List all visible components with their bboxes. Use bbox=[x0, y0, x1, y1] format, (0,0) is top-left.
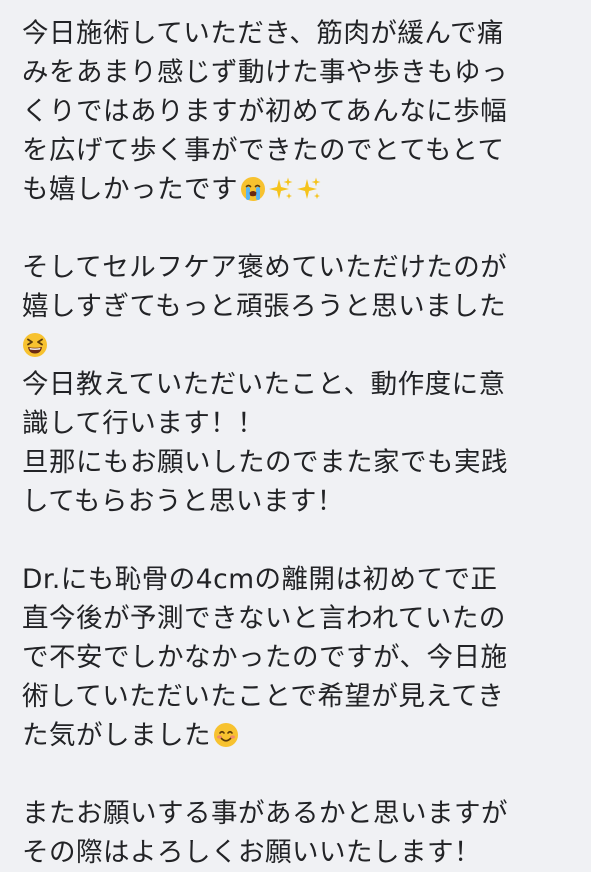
message-line: 直今後が予測できないと言われていたの bbox=[22, 603, 506, 634]
message-line: で不安でしかなかったのですが、今日施 bbox=[22, 642, 508, 673]
message-line: 術していただいたことで希望が見えてき bbox=[22, 681, 505, 712]
message-line: 嬉しすぎてもっと頑張ろうと思いました bbox=[22, 291, 507, 322]
message-line: 旦那にもお願いしたのでまた家でも実践 bbox=[22, 447, 508, 478]
message-line: してもらおうと思います！ bbox=[22, 486, 344, 517]
message-line: 識して行います！！ bbox=[22, 408, 265, 439]
crying-face-icon bbox=[240, 176, 266, 202]
message-line: くりではありますが初めてあんなに歩幅 bbox=[22, 96, 508, 127]
grinning-squinting-face-icon bbox=[22, 332, 48, 358]
message-line: た気がしました bbox=[22, 716, 574, 755]
message-line: を広げて歩く事ができたのでとてもとて bbox=[22, 135, 505, 166]
sparkles-icon bbox=[296, 176, 322, 202]
sparkles-icon bbox=[268, 176, 294, 202]
message-line: 今日施術していただき、筋肉が緩んで痛 bbox=[22, 18, 505, 49]
message-line: みをあまり感じず動けた事や歩きもゆっ bbox=[22, 57, 508, 88]
message-line bbox=[22, 326, 574, 365]
message-body: 今日施術していただき、筋肉が緩んで痛 みをあまり感じず動けた事や歩きもゆっ くり… bbox=[22, 14, 574, 872]
message-line: そしてセルフケア褒めていただけたのが bbox=[22, 252, 508, 283]
message-line: も嬉しかったです bbox=[22, 170, 574, 209]
smiling-face-icon bbox=[213, 722, 239, 748]
message-line: 今日教えていただいたこと、動作度に意 bbox=[22, 369, 506, 400]
message-line: その際はよろしくお願いいたします！ bbox=[22, 837, 481, 868]
message-line: またお願いする事があるかと思いますが bbox=[22, 798, 508, 829]
message-line: Dr.にも恥骨の4cmの離開は初めてで正 bbox=[22, 564, 498, 595]
